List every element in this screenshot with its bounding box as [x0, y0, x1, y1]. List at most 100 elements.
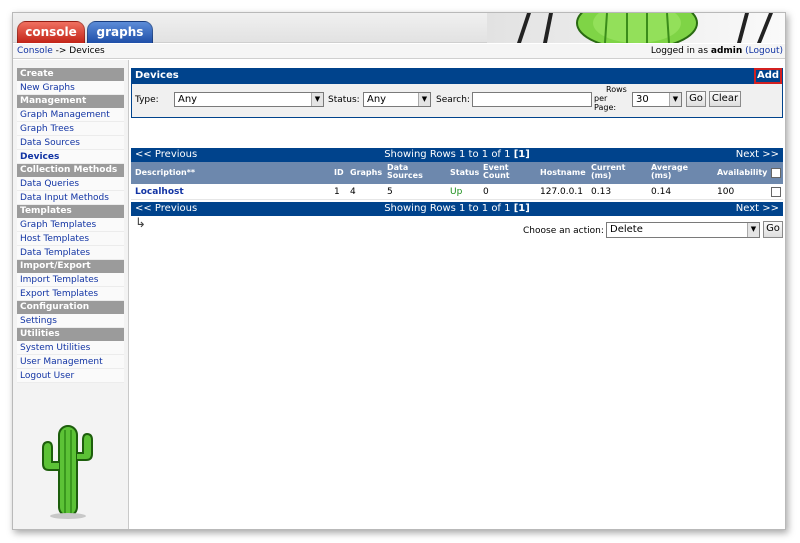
- menu-header-management: Management: [17, 95, 124, 108]
- tab-graphs[interactable]: graphs: [87, 21, 153, 43]
- pager-bottom-showing: Showing Rows 1 to 1 of 1: [384, 203, 511, 214]
- sidebar-item-graph-management[interactable]: Graph Management: [17, 108, 124, 122]
- breadcrumb-console-link[interactable]: Console: [17, 46, 53, 56]
- rows-label-line2: per: [594, 94, 608, 103]
- col-id[interactable]: ID: [334, 169, 344, 177]
- action-select[interactable]: Delete ▼: [606, 222, 760, 238]
- chevron-down-icon: ▼: [669, 93, 681, 106]
- type-select[interactable]: Any ▼: [174, 92, 324, 107]
- col-event-count-line2: Count: [483, 171, 510, 180]
- cell-data-sources: 5: [387, 187, 393, 197]
- cell-graphs: 4: [350, 187, 356, 197]
- top-bar: console graphs: [13, 13, 785, 43]
- type-label: Type:: [135, 95, 159, 105]
- sidebar-item-graph-templates[interactable]: Graph Templates: [17, 218, 124, 232]
- chevron-down-icon: ▼: [418, 93, 430, 106]
- login-user: admin: [710, 46, 743, 56]
- rows-per-page-select[interactable]: 30 ▼: [632, 92, 682, 107]
- cell-availability: 100: [717, 187, 735, 197]
- sidebar-item-import-templates[interactable]: Import Templates: [17, 273, 124, 287]
- pager-bottom-next[interactable]: Next >>: [736, 202, 779, 216]
- action-go-button[interactable]: Go: [763, 221, 783, 238]
- col-current-line2: (ms): [591, 171, 612, 180]
- devices-panel-header: Devices Add: [131, 68, 783, 84]
- filter-clear-button[interactable]: Clear: [709, 91, 741, 107]
- sidebar-item-data-input-methods[interactable]: Data Input Methods: [17, 191, 124, 205]
- search-input[interactable]: [472, 92, 592, 107]
- add-device-button[interactable]: Add: [754, 68, 782, 84]
- app-window: console graphs Console -> Devices Logged…: [12, 12, 786, 530]
- pager-top-page[interactable]: [1]: [514, 149, 530, 160]
- pager-top-showing: Showing Rows 1 to 1 of 1: [384, 149, 511, 160]
- breadcrumb-separator: ->: [55, 46, 67, 56]
- pager-top: Showing Rows 1 to 1 of 1 [1] << Previous…: [131, 148, 783, 162]
- pager-bottom-info: Showing Rows 1 to 1 of 1 [1]: [131, 202, 783, 216]
- return-arrow-icon: ↳: [135, 216, 146, 231]
- col-average-line2: (ms): [651, 171, 672, 180]
- status-select[interactable]: Any ▼: [363, 92, 431, 107]
- rows-label-line3: Page:: [594, 103, 617, 112]
- cell-hostname: 127.0.0.1: [540, 187, 583, 197]
- devices-table-header: Description** ID Graphs Data Sources Sta…: [131, 162, 783, 184]
- tab-console[interactable]: console: [17, 21, 85, 43]
- sidebar-item-new-graphs[interactable]: New Graphs: [17, 81, 124, 95]
- pager-bottom-prev[interactable]: << Previous: [135, 202, 197, 216]
- pager-top-prev[interactable]: << Previous: [135, 148, 197, 162]
- search-label: Search:: [436, 95, 470, 105]
- col-status[interactable]: Status: [450, 169, 479, 177]
- sidebar-item-data-queries[interactable]: Data Queries: [17, 177, 124, 191]
- sidebar-item-export-templates[interactable]: Export Templates: [17, 287, 124, 301]
- cactus-logo-icon: [42, 425, 93, 519]
- col-availability[interactable]: Availability: [717, 169, 767, 177]
- sidebar-item-settings[interactable]: Settings: [17, 314, 124, 328]
- sidebar-item-devices[interactable]: Devices: [17, 150, 124, 164]
- login-info: Logged in as admin (Logout): [651, 46, 783, 56]
- menu-header-collection-methods: Collection Methods: [17, 164, 124, 177]
- sidebar-item-logout-user[interactable]: Logout User: [17, 369, 124, 383]
- status-select-value: Any: [367, 94, 387, 105]
- sidebar: Create New Graphs Management Graph Manag…: [13, 60, 129, 529]
- pager-top-info: Showing Rows 1 to 1 of 1 [1]: [131, 148, 783, 162]
- col-description[interactable]: Description**: [135, 169, 195, 177]
- logout-link[interactable]: (Logout): [745, 46, 783, 56]
- sidebar-item-graph-trees[interactable]: Graph Trees: [17, 122, 124, 136]
- menu-header-configuration: Configuration: [17, 301, 124, 314]
- col-graphs[interactable]: Graphs: [350, 169, 382, 177]
- device-link-localhost[interactable]: Localhost: [135, 187, 184, 197]
- sidebar-item-data-sources[interactable]: Data Sources: [17, 136, 124, 150]
- login-prefix: Logged in as: [650, 46, 709, 56]
- page-title: Devices: [135, 70, 179, 81]
- rows-per-page-label: Rows per Page:: [594, 85, 627, 112]
- breadcrumb: Console -> Devices Logged in as admin (L…: [13, 44, 785, 59]
- cell-id: 1: [334, 187, 340, 197]
- sidebar-item-system-utilities[interactable]: System Utilities: [17, 341, 124, 355]
- row-select-checkbox[interactable]: [771, 187, 781, 197]
- menu-header-import-export: Import/Export: [17, 260, 124, 273]
- sidebar-item-data-templates[interactable]: Data Templates: [17, 246, 124, 260]
- pager-top-next[interactable]: Next >>: [736, 148, 779, 162]
- chevron-down-icon: ▼: [311, 93, 323, 106]
- col-event-count[interactable]: Event Count: [483, 164, 510, 180]
- cell-status: Up: [450, 187, 463, 197]
- rows-label-line1: Rows: [606, 85, 627, 94]
- chevron-down-icon: ▼: [747, 223, 759, 237]
- cell-average: 0.14: [651, 187, 672, 197]
- status-label: Status:: [328, 95, 360, 105]
- sidebar-item-user-management[interactable]: User Management: [17, 355, 124, 369]
- col-hostname[interactable]: Hostname: [540, 169, 586, 177]
- action-label: Choose an action:: [523, 226, 604, 236]
- sidebar-item-host-templates[interactable]: Host Templates: [17, 232, 124, 246]
- col-average[interactable]: Average (ms): [651, 164, 688, 180]
- filter-go-button[interactable]: Go: [686, 91, 706, 107]
- pager-bottom-page[interactable]: [1]: [514, 203, 530, 214]
- col-data-sources[interactable]: Data Sources: [387, 164, 423, 180]
- cell-current: 0.13: [591, 187, 612, 197]
- action-select-value: Delete: [610, 224, 643, 235]
- menu-header-create: Create: [17, 68, 124, 81]
- breadcrumb-current: Devices: [69, 46, 105, 56]
- table-row: Localhost 1 4 5 Up 0 127.0.0.1 0.13 0.14…: [131, 184, 783, 200]
- select-all-checkbox[interactable]: [771, 168, 781, 178]
- cactus-banner: [487, 13, 785, 43]
- cactus-banner-art: [517, 13, 773, 43]
- col-current[interactable]: Current (ms): [591, 164, 625, 180]
